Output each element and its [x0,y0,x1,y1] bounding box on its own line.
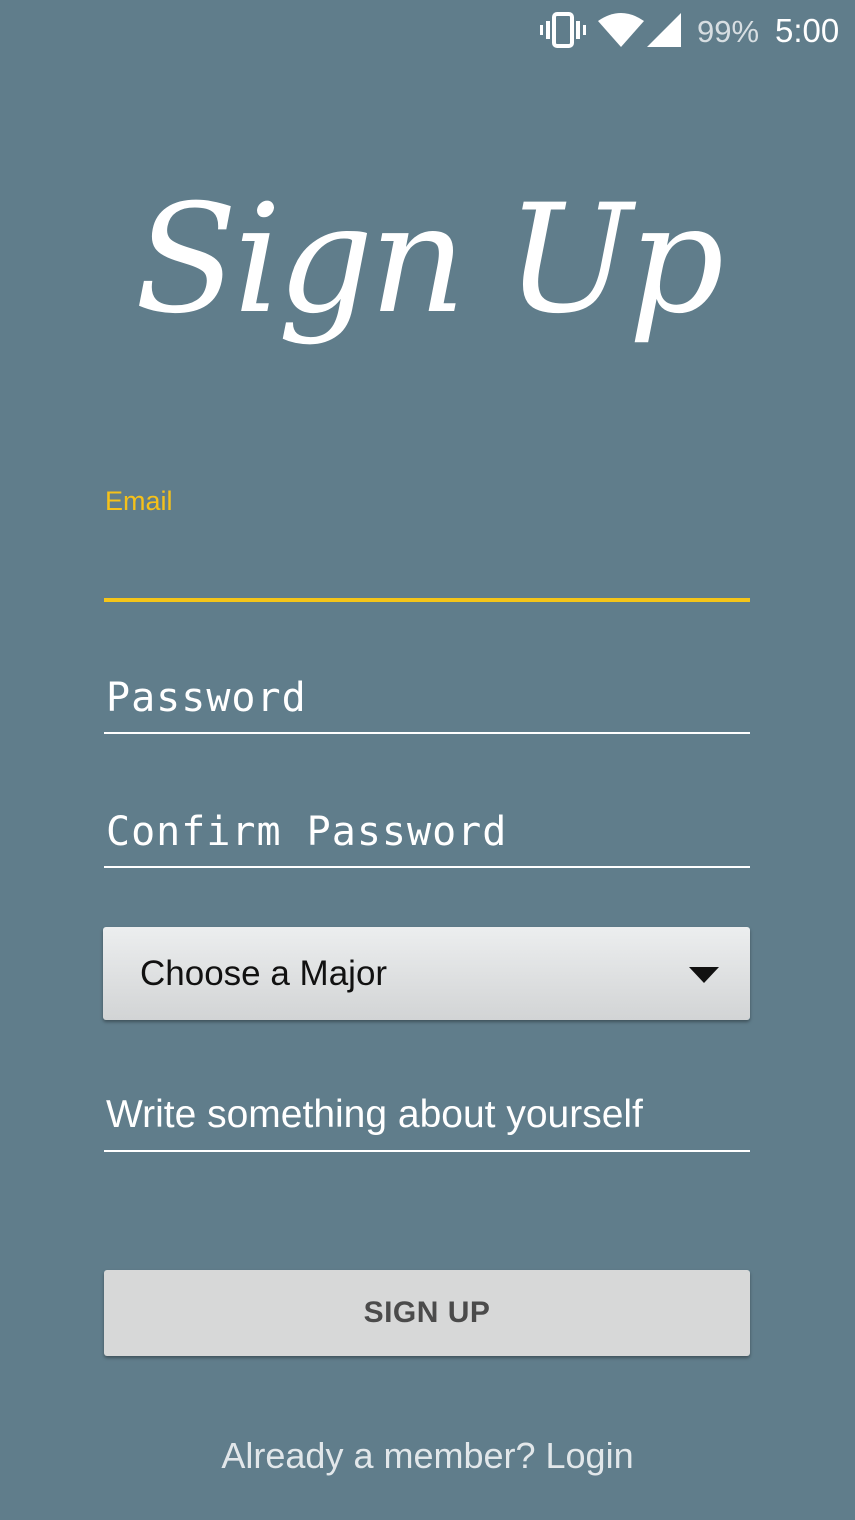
password-field[interactable]: Password [104,660,750,734]
password-placeholder: Password [106,675,307,721]
major-select[interactable]: Choose a Major [103,927,750,1020]
major-select-value: Choose a Major [140,954,388,993]
about-placeholder: Write something about yourself [106,1093,643,1136]
confirm-password-field[interactable]: Confirm Password [104,794,750,868]
email-field[interactable] [104,520,750,602]
email-input[interactable] [104,520,750,602]
confirm-password-underline [104,866,750,868]
email-label: Email [105,486,173,516]
signal-icon [647,13,681,47]
login-link[interactable]: Already a member? Login [0,1434,855,1478]
confirm-password-placeholder: Confirm Password [106,809,508,855]
page-title: Sign Up [134,173,724,347]
battery-percentage: 99% [697,14,760,49]
about-field[interactable]: Write something about yourself [104,1082,750,1152]
wifi-icon [598,13,644,47]
status-bar: 99% 5:00 [0,0,855,64]
password-underline [104,732,750,734]
clock: 5:00 [775,12,840,49]
signup-button[interactable]: SIGN UP [104,1270,750,1356]
dropdown-arrow-icon [689,967,719,983]
about-underline [104,1150,750,1152]
vibrate-icon [540,12,586,48]
email-underline [104,598,750,602]
